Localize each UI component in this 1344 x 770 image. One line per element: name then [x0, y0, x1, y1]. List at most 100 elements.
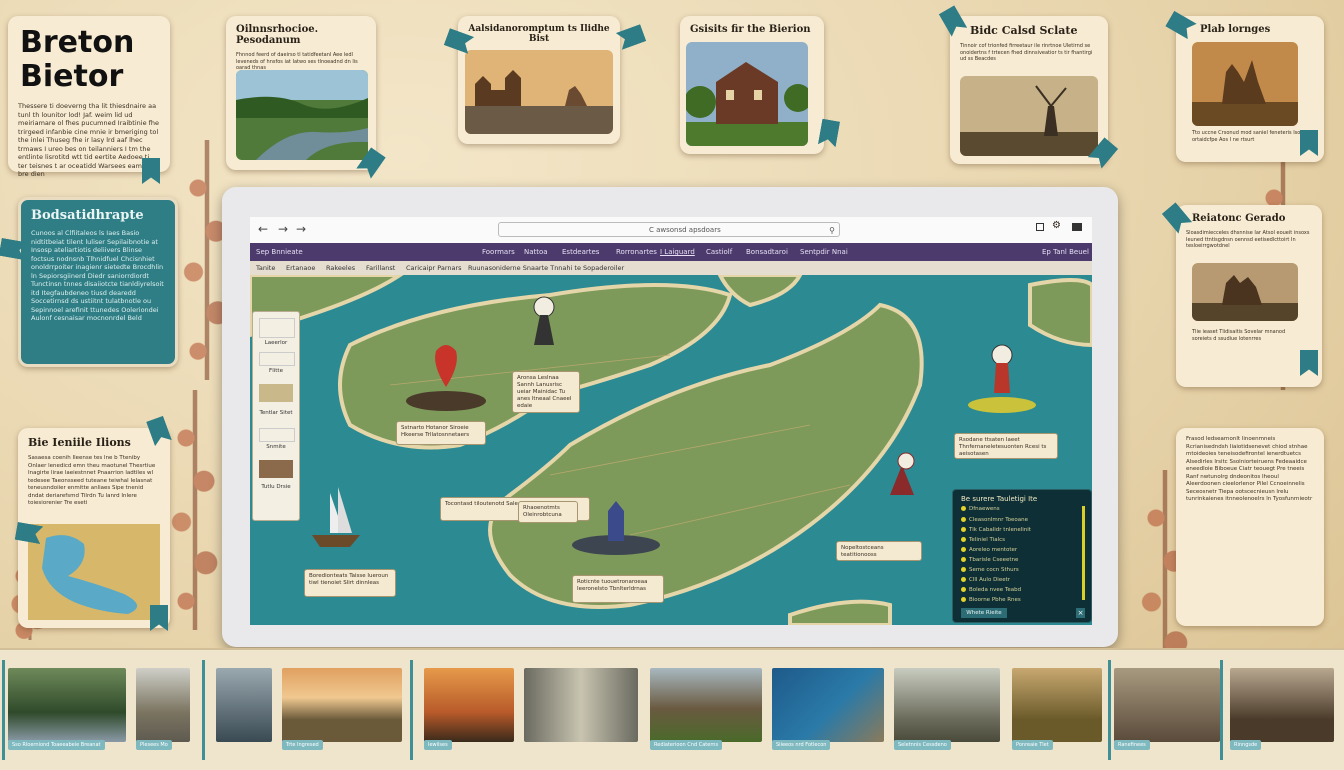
card-title: Bodsatidhrapte: [31, 208, 144, 223]
legend-scrollbar[interactable]: [1082, 506, 1085, 600]
gallery-thumb-forest[interactable]: [8, 668, 126, 742]
nav-item[interactable]: Bonsadtaroi: [746, 243, 788, 261]
nav-item[interactable]: Castiolf: [706, 243, 732, 261]
title-card: Breton Bietor Thessere ti doeverng tha li…: [8, 16, 170, 178]
sub-nav-item[interactable]: Ruunasoniderne Snaarte Tnnahi te Sopader…: [468, 261, 624, 275]
card-title: Bie Ieniile Ilions: [28, 436, 131, 449]
map-callout[interactable]: Aronsa Leslnaa Sannh Lanusrisc ueiar Mai…: [512, 371, 580, 413]
divider: [410, 660, 413, 760]
settings-icon[interactable]: ⚙: [1052, 220, 1061, 231]
gallery-label: Seletnnis Cessdeno: [894, 740, 951, 750]
tool-label[interactable]: Tentlar Sitet: [259, 410, 293, 416]
divider: [202, 660, 205, 760]
nav-item[interactable]: Rorronartes: [616, 243, 657, 261]
gallery-label: Rinngsde: [1230, 740, 1262, 750]
legend-title: Be surere Tauletigi Ite: [961, 495, 1038, 503]
windmill-photo: [960, 76, 1098, 156]
photo-tool-icon[interactable]: [259, 460, 293, 478]
bookmark-icon[interactable]: [1036, 223, 1044, 231]
sub-nav-item[interactable]: Tanite: [256, 261, 275, 275]
zoom-in-button[interactable]: [259, 352, 295, 366]
card-title: Bidc Calsd Sclate: [970, 24, 1078, 37]
browser-toolbar: ← → → C awsonsd apsdoars ⚲ ⚙: [250, 217, 1092, 244]
sub-nav-item[interactable]: Rakeeles: [326, 261, 355, 275]
gallery-thumb-ruins[interactable]: [1114, 668, 1220, 742]
laptop-frame: ← → → C awsonsd apsdoars ⚲ ⚙ Sep Bnnieat…: [222, 187, 1118, 647]
nav-item[interactable]: Nattoa: [524, 243, 548, 261]
map-callout[interactable]: Sstnarto Hotanor Siroeie Hkeerse Trllato…: [396, 421, 486, 445]
ruins-photo: [1192, 42, 1298, 126]
map-toolbar: Laeerlor Flitte Tentlar Sitet Snmite Tut…: [252, 311, 300, 521]
nav-item-active[interactable]: I Laiguard: [660, 243, 695, 261]
menu-icon[interactable]: [1072, 223, 1082, 231]
bibliography-card: Bodsatidhrapte Cunoos al Clfiitaleos ls …: [18, 197, 178, 367]
nav-item[interactable]: Foormars: [482, 243, 515, 261]
map-legend-panel: Be surere Tauletigi Ite Dfnaewens Cleaso…: [952, 489, 1092, 623]
gallery-thumb-cliffs[interactable]: [136, 668, 190, 742]
legend-dot-icon: [961, 537, 966, 542]
user-menu[interactable]: Ep Tanl Beuel: [1042, 243, 1089, 261]
interactive-map[interactable]: Laeerlor Flitte Tentlar Sitet Snmite Tut…: [250, 275, 1092, 625]
site-logo-text[interactable]: Sep Bnnieate: [256, 243, 303, 261]
gallery-thumb-cathedral[interactable]: [1230, 668, 1334, 742]
map-callout[interactable]: Nopeltostceans teatitionooss: [836, 541, 922, 561]
legend-dot-icon: [961, 567, 966, 572]
gallery-thumb-towers[interactable]: [894, 668, 1000, 742]
card-body: Cunoos al Clfiitaleos ls Iaes Basio nidt…: [31, 229, 164, 322]
legend-dot-icon: [961, 547, 966, 552]
gallery-thumb-sunset-tree[interactable]: [282, 668, 402, 742]
sub-nav-item[interactable]: Farillanst: [366, 261, 395, 275]
gallery-thumb-village[interactable]: [650, 668, 762, 742]
gallery-label: Siieeos nrd Fotlecon: [772, 740, 831, 750]
card-title: Gsisits fir the Bierion: [690, 24, 811, 35]
forward-arrow-icon[interactable]: →: [296, 222, 306, 236]
map-callout[interactable]: Roticnte tuouetronaroeaa Ieeronelsto Tbn…: [572, 575, 664, 603]
map-callout[interactable]: Rsodane ttsaten Iaeet Thnfernaneletesuon…: [954, 433, 1058, 459]
article-card-castle[interactable]: Aalsidanoromptum ts Ilidhe Bist: [458, 16, 620, 144]
article-card-windmill[interactable]: Bidc Calsd Sclate Tinnoir cof trionfed f…: [950, 16, 1108, 164]
card-caption: Tto uccne Crsonud mod saniel feneteris I…: [1192, 130, 1301, 143]
castle-photo: [465, 50, 613, 134]
gallery-thumb-bay[interactable]: [772, 668, 884, 742]
tool-label[interactable]: Laeerlor: [259, 340, 293, 346]
card-body: Sloasdimiecceles dhsnnise Iar Atsol eoue…: [1186, 230, 1310, 249]
card-caption: Tlie ieaset Tlidisaitis Sovelar mnanod s…: [1192, 329, 1286, 342]
tool-label[interactable]: Tutlu Drsie: [259, 484, 293, 490]
nav-item[interactable]: Sentpdir Nnai: [800, 243, 848, 261]
ribbon-icon: [616, 24, 647, 50]
legend-button[interactable]: Whete Rieite: [961, 608, 1007, 618]
search-icon[interactable]: ⚲: [829, 223, 835, 238]
divider: [1220, 660, 1223, 760]
fortress-photo: [1192, 263, 1298, 321]
nav-item[interactable]: Estdeartes: [562, 243, 599, 261]
forward-arrow-icon[interactable]: →: [278, 222, 288, 236]
gallery-label: Rediaterioon Cnd Caterns: [650, 740, 723, 750]
browser-window: ← → → C awsonsd apsdoars ⚲ ⚙ Sep Bnnieat…: [250, 217, 1092, 625]
tool-label[interactable]: Snmite: [259, 444, 293, 450]
gallery-label: Trte Ingresed: [282, 740, 323, 750]
sub-nav-item[interactable]: Caricaipr Parnars: [406, 261, 462, 275]
legend-dot-icon: [961, 557, 966, 562]
gallery-thumb-lighthouse[interactable]: [424, 668, 514, 742]
close-icon[interactable]: ×: [1076, 608, 1085, 618]
map-callout[interactable]: Rhaoenotmts Oleinrobtcuna: [518, 501, 578, 523]
layers-button[interactable]: [259, 318, 295, 338]
legend-dot-icon: [961, 577, 966, 582]
gallery-thumb-cloister[interactable]: [524, 668, 638, 742]
image-tool-icon[interactable]: [259, 384, 293, 402]
tool-label[interactable]: Flitte: [259, 368, 293, 374]
article-card-manor[interactable]: Gsisits fir the Bierion: [680, 16, 824, 154]
sub-nav-item[interactable]: Ertanaoe: [286, 261, 315, 275]
river-photo: [236, 70, 368, 160]
gallery-thumb-field[interactable]: [1012, 668, 1102, 742]
article-card-river[interactable]: Oilnnsrhocioe. Pesodanum Fhnnod feerd of…: [226, 16, 376, 170]
address-bar[interactable]: C awsonsd apsdoars ⚲: [498, 222, 840, 237]
card-body: Frasod ledsearnonlt linoenmneis Rcrianis…: [1186, 436, 1313, 502]
gallery-thumb-coast[interactable]: [216, 668, 272, 742]
map-callout[interactable]: Boredionteats Taisse Iueroun tiwl tienoi…: [304, 569, 396, 597]
legend-dot-icon: [961, 527, 966, 532]
zoom-out-button[interactable]: [259, 428, 295, 442]
back-arrow-icon[interactable]: ←: [258, 222, 268, 236]
page-title: Breton Bietor: [20, 25, 135, 94]
gallery-label: Sso Rloerniond Toaeeabeie Breanat: [8, 740, 105, 750]
